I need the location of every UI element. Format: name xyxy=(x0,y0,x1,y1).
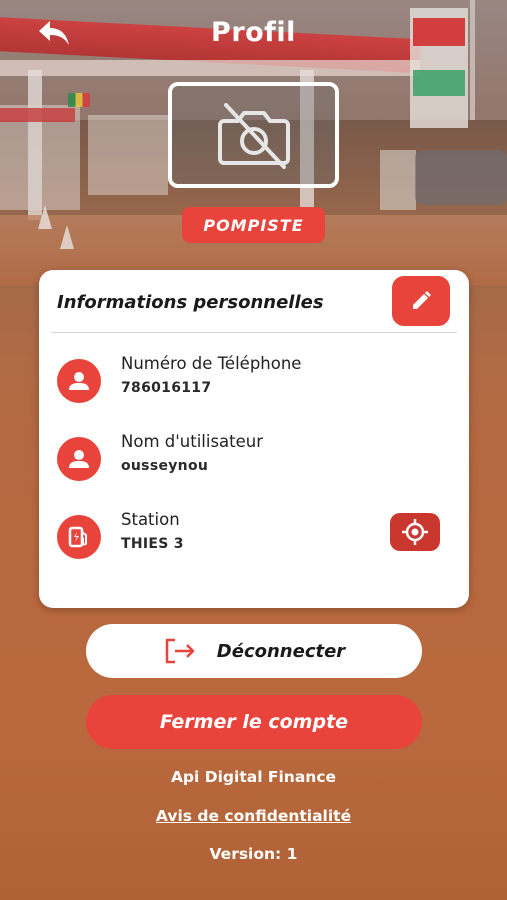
logout-icon xyxy=(165,638,195,664)
page-title: Profil xyxy=(211,17,296,48)
station-label: Station xyxy=(121,510,180,529)
phone-value: 786016117 xyxy=(121,380,212,396)
version-text: Version: 1 xyxy=(209,845,298,863)
divider xyxy=(51,332,457,333)
station-value: THIES 3 xyxy=(121,536,184,552)
logout-button[interactable]: Déconnecter xyxy=(86,624,422,678)
personal-info-card: Informations personnelles Numéro de Télé… xyxy=(39,270,469,608)
locate-station-button[interactable] xyxy=(390,513,440,551)
privacy-link[interactable]: Avis de confidentialité xyxy=(0,807,507,825)
role-badge: POMPISTE xyxy=(182,207,325,243)
company-name: Api Digital Finance xyxy=(170,768,337,786)
edit-button[interactable] xyxy=(392,276,450,326)
username-row: Nom d'utilisateur ousseynou xyxy=(57,432,457,482)
location-target-icon xyxy=(402,519,428,545)
username-label: Nom d'utilisateur xyxy=(121,432,264,451)
phone-row: Numéro de Téléphone 786016117 xyxy=(57,354,457,404)
card-title: Informations personnelles xyxy=(57,292,324,313)
user-icon xyxy=(57,437,101,481)
phone-label: Numéro de Téléphone xyxy=(121,354,302,373)
logout-label: Déconnecter xyxy=(216,640,346,662)
profile-photo[interactable] xyxy=(168,82,339,188)
fuel-pump-icon xyxy=(57,515,101,559)
username-value: ousseynou xyxy=(121,458,209,474)
camera-off-icon xyxy=(217,103,290,169)
user-icon xyxy=(57,359,101,403)
pencil-icon xyxy=(413,291,431,309)
close-account-button[interactable]: Fermer le compte xyxy=(86,695,422,749)
